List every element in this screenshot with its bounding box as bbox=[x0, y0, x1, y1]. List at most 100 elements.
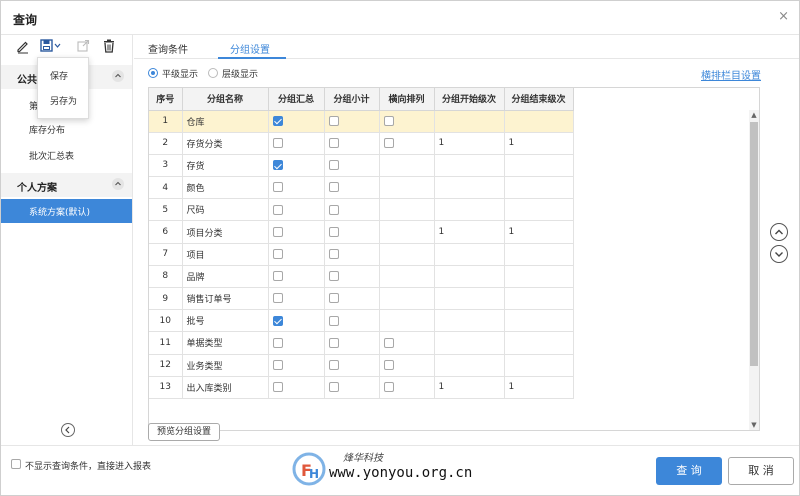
preview-group-settings-button[interactable]: 预览分组设置 bbox=[148, 423, 220, 441]
grid-vertical-scrollbar[interactable]: ▲ ▼ bbox=[749, 110, 759, 430]
tab-query-conditions[interactable]: 查询条件 bbox=[148, 41, 188, 56]
group-summary-checkbox[interactable] bbox=[272, 138, 283, 149]
column-header[interactable]: 分组结束级次 bbox=[504, 88, 574, 111]
scroll-up-arrow-icon[interactable]: ▲ bbox=[750, 111, 758, 119]
group-name-cell: 出入库类别 bbox=[182, 376, 269, 399]
group-summary-checkbox[interactable] bbox=[272, 337, 283, 348]
group-summary bbox=[268, 265, 325, 289]
column-header[interactable]: 分组开始级次 bbox=[434, 88, 505, 111]
group-summary-checkbox[interactable] bbox=[272, 182, 283, 193]
horizontal-arrange-checkbox[interactable] bbox=[383, 115, 394, 126]
group-subtotal-checkbox[interactable] bbox=[328, 160, 339, 171]
column-header[interactable]: 序号 bbox=[149, 88, 183, 111]
group-settings-grid: 序号 分组名称 分组汇总 分组小计 横向排列 分组开始级次 分组结束级次 1 仓库… bbox=[148, 87, 760, 431]
table-row[interactable]: 9 销售订单号 bbox=[149, 287, 574, 311]
scheme-item-system-default[interactable]: 系统方案(默认) bbox=[1, 199, 132, 223]
table-row[interactable]: 7 项目 bbox=[149, 243, 574, 266]
save-icon[interactable] bbox=[39, 38, 63, 54]
group-subtotal-checkbox[interactable] bbox=[328, 271, 339, 282]
save-menu-item-save-as[interactable]: 另存为 bbox=[50, 94, 77, 107]
group-subtotal-checkbox[interactable] bbox=[328, 204, 339, 215]
column-header[interactable]: 分组名称 bbox=[182, 88, 269, 111]
group-name-cell: 批号 bbox=[182, 309, 269, 333]
group-summary-checkbox[interactable] bbox=[272, 226, 283, 237]
horizontal-arrange bbox=[379, 287, 435, 311]
table-row[interactable]: 1 仓库 bbox=[149, 110, 574, 133]
table-row[interactable]: 5 尺码 bbox=[149, 198, 574, 222]
save-menu-item-save[interactable]: 保存 bbox=[50, 69, 68, 82]
move-down-button[interactable] bbox=[770, 245, 788, 263]
horizontal-column-settings-link[interactable]: 横排栏目设置 bbox=[701, 67, 761, 82]
column-header[interactable]: 分组小计 bbox=[324, 88, 380, 111]
group-subtotal-checkbox[interactable] bbox=[328, 337, 339, 348]
table-row[interactable]: 10 批号 bbox=[149, 309, 574, 333]
row-number-cell: 1 bbox=[149, 110, 183, 133]
group-summary bbox=[268, 243, 325, 266]
column-header[interactable]: 分组汇总 bbox=[268, 88, 325, 111]
horizontal-arrange bbox=[379, 154, 435, 178]
radio-flat-display[interactable] bbox=[148, 68, 158, 78]
collapse-panel-icon[interactable] bbox=[61, 423, 75, 437]
group-summary-checkbox[interactable] bbox=[272, 204, 283, 215]
delete-icon[interactable] bbox=[101, 38, 117, 54]
edit-icon[interactable] bbox=[15, 38, 31, 54]
table-row[interactable]: 6 项目分类 1 1 bbox=[149, 220, 574, 244]
group-subtotal-checkbox[interactable] bbox=[328, 315, 339, 326]
table-row[interactable]: 4 颜色 bbox=[149, 176, 574, 200]
tab-bar: 查询条件 分组设置 bbox=[134, 35, 799, 59]
group-table: 序号 分组名称 分组汇总 分组小计 横向排列 分组开始级次 分组结束级次 1 仓库… bbox=[149, 88, 574, 399]
cancel-button[interactable]: 取 消 bbox=[728, 457, 794, 485]
group-summary-checkbox[interactable] bbox=[272, 248, 283, 259]
group-subtotal bbox=[324, 198, 380, 222]
table-row[interactable]: 11 单据类型 bbox=[149, 331, 574, 355]
group-summary-checkbox[interactable] bbox=[272, 271, 283, 282]
chevron-up-icon[interactable] bbox=[112, 70, 124, 82]
table-row[interactable]: 8 品牌 bbox=[149, 265, 574, 289]
chevron-up-icon[interactable] bbox=[112, 178, 124, 190]
query-button[interactable]: 查 询 bbox=[656, 457, 722, 485]
table-row[interactable]: 2 存货分类 1 1 bbox=[149, 132, 574, 155]
table-row[interactable]: 13 出入库类别 1 1 bbox=[149, 376, 574, 399]
group-subtotal-checkbox[interactable] bbox=[328, 115, 339, 126]
export-icon[interactable] bbox=[75, 38, 91, 54]
group-subtotal-checkbox[interactable] bbox=[328, 359, 339, 370]
scheme-item-batch-summary[interactable]: 批次汇总表 bbox=[1, 143, 132, 167]
group-summary-checkbox[interactable] bbox=[272, 115, 283, 126]
group-subtotal-checkbox[interactable] bbox=[328, 226, 339, 237]
group-summary-checkbox[interactable] bbox=[272, 382, 283, 393]
group-subtotal-checkbox[interactable] bbox=[328, 138, 339, 149]
group-summary-checkbox[interactable] bbox=[272, 160, 283, 171]
scrollbar-thumb[interactable] bbox=[750, 122, 758, 366]
row-number-cell: 2 bbox=[149, 132, 183, 155]
scheme-item-stock-distribution[interactable]: 库存分布 bbox=[1, 117, 132, 141]
group-summary-checkbox[interactable] bbox=[272, 293, 283, 304]
group-summary bbox=[268, 354, 325, 377]
group-subtotal-checkbox[interactable] bbox=[328, 248, 339, 259]
group-subtotal bbox=[324, 331, 380, 355]
tab-group-settings[interactable]: 分组设置 bbox=[230, 41, 270, 56]
horizontal-arrange-checkbox[interactable] bbox=[383, 382, 394, 393]
group-start-level-cell bbox=[434, 287, 505, 311]
radio-tree-display[interactable] bbox=[208, 68, 218, 78]
horizontal-arrange-checkbox[interactable] bbox=[383, 359, 394, 370]
group-summary-checkbox[interactable] bbox=[272, 315, 283, 326]
group-subtotal-checkbox[interactable] bbox=[328, 382, 339, 393]
group-summary-checkbox[interactable] bbox=[272, 359, 283, 370]
column-header[interactable]: 横向排列 bbox=[379, 88, 435, 111]
horizontal-arrange bbox=[379, 220, 435, 244]
group-end-level-cell bbox=[504, 110, 574, 133]
table-row[interactable]: 12 业务类型 bbox=[149, 354, 574, 377]
horizontal-arrange bbox=[379, 198, 435, 222]
personal-section-header[interactable]: 个人方案 bbox=[1, 173, 132, 197]
skip-conditions-checkbox[interactable] bbox=[11, 459, 21, 469]
group-name-cell: 业务类型 bbox=[182, 354, 269, 377]
group-subtotal-checkbox[interactable] bbox=[328, 293, 339, 304]
horizontal-arrange-checkbox[interactable] bbox=[383, 138, 394, 149]
table-row[interactable]: 3 存货 bbox=[149, 154, 574, 178]
group-subtotal-checkbox[interactable] bbox=[328, 182, 339, 193]
move-up-button[interactable] bbox=[770, 223, 788, 241]
horizontal-arrange-checkbox[interactable] bbox=[383, 337, 394, 348]
dialog-title-bar: 查询 × bbox=[1, 1, 799, 35]
scroll-down-arrow-icon[interactable]: ▼ bbox=[750, 421, 758, 429]
close-icon[interactable]: × bbox=[778, 9, 789, 24]
